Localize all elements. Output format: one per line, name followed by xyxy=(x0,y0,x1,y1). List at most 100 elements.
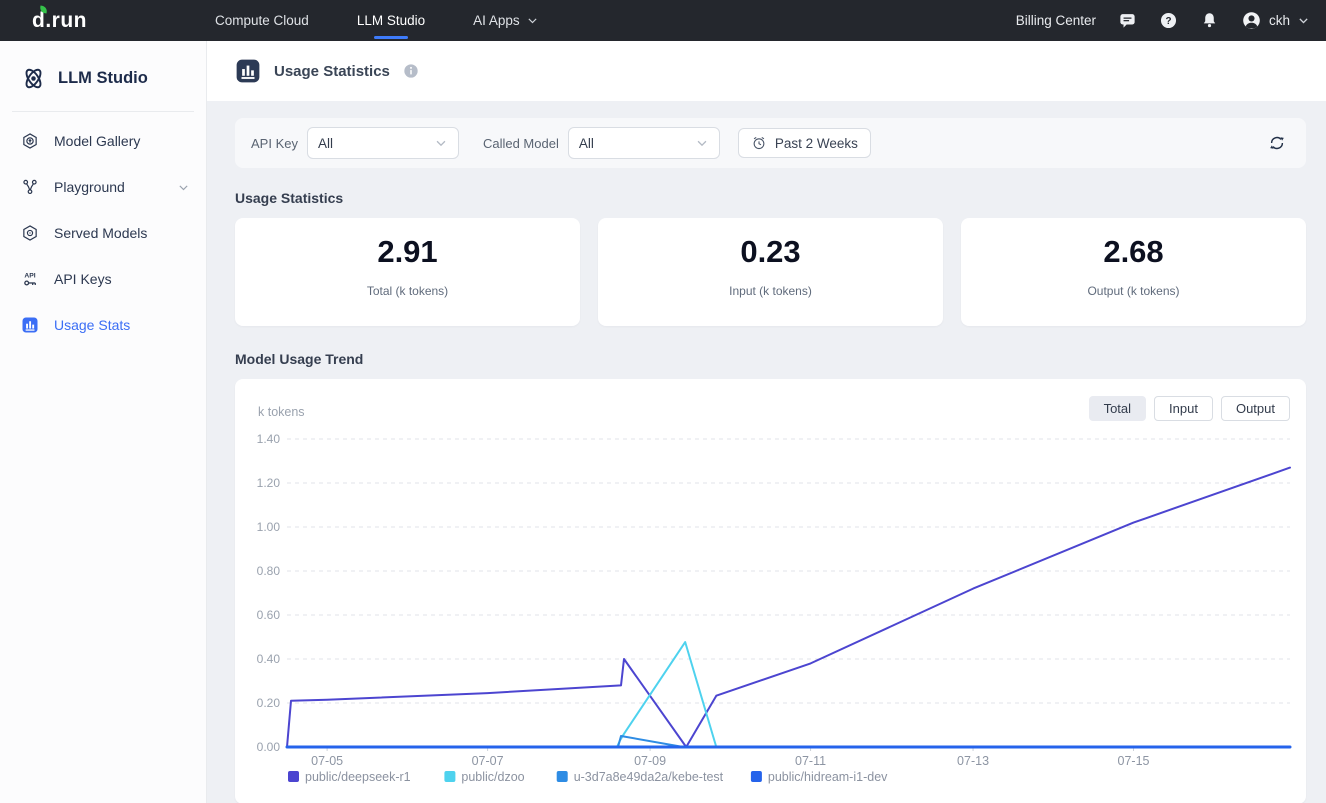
date-range-button[interactable]: Past 2 Weeks xyxy=(738,128,871,158)
x-tick-label: 07-05 xyxy=(311,754,343,768)
help-icon[interactable]: ? xyxy=(1159,11,1178,30)
info-icon[interactable] xyxy=(403,63,419,79)
chevron-down-icon xyxy=(177,181,190,194)
usage-stats-icon xyxy=(21,316,39,334)
sidebar-item-label: Playground xyxy=(54,179,125,195)
page-title: Usage Statistics xyxy=(274,63,390,80)
usage-statistics-section-title: Usage Statistics xyxy=(235,190,1306,206)
stat-label: Input (k tokens) xyxy=(598,284,943,298)
x-tick-label: 07-09 xyxy=(634,754,666,768)
model-gallery-icon xyxy=(21,132,39,150)
top-nav-item-ai-apps[interactable]: AI Apps xyxy=(473,0,539,41)
filter-bar: API Key All Called Model All xyxy=(235,118,1306,168)
top-nav-item-compute-cloud[interactable]: Compute Cloud xyxy=(215,0,309,41)
api-key-select[interactable]: All xyxy=(307,127,459,159)
legend-label: u-3d7a8e49da2a/kebe-test xyxy=(574,770,724,784)
llm-studio-logo-icon xyxy=(20,65,47,92)
x-tick-label: 07-15 xyxy=(1118,754,1150,768)
sidebar-item-usage-stats[interactable]: Usage Stats xyxy=(0,302,206,348)
user-name: ckh xyxy=(1269,13,1290,28)
notification-bell-icon[interactable] xyxy=(1200,11,1219,30)
top-nav-right: Billing Center ? ckh xyxy=(1016,10,1326,31)
legend-swatch xyxy=(557,771,568,782)
sidebar-item-label: Served Models xyxy=(54,225,147,241)
sidebar-item-label: Model Gallery xyxy=(54,133,140,149)
api-key-value: All xyxy=(318,136,333,151)
alarm-clock-icon xyxy=(751,135,767,151)
x-tick-label: 07-07 xyxy=(472,754,504,768)
chevron-down-icon xyxy=(177,181,190,194)
chevron-down-icon xyxy=(695,136,709,150)
chevron-down-icon xyxy=(434,136,448,150)
legend-swatch xyxy=(288,771,299,782)
api-key-label: API Key xyxy=(251,136,298,151)
stat-card-output: 2.68 Output (k tokens) xyxy=(961,218,1306,326)
y-tick-label: 1.00 xyxy=(257,520,281,534)
top-nav-item-label: AI Apps xyxy=(473,13,520,28)
legend-item-public-dzoo[interactable]: public/dzoo xyxy=(444,770,524,784)
series-u-3d7a8e49da2a-kebe-test xyxy=(287,736,1290,747)
y-tick-label: 1.20 xyxy=(257,476,281,490)
x-tick-label: 07-11 xyxy=(795,754,826,768)
usage-statistics-icon xyxy=(235,58,261,84)
legend-item-u-3d7a8e49da2a-kebe-test[interactable]: u-3d7a8e49da2a/kebe-test xyxy=(557,770,724,784)
model-usage-trend-card: k tokens TotalInputOutput 0.000.200.400.… xyxy=(235,379,1306,803)
top-nav-links: Compute Cloud LLM Studio AI Apps xyxy=(215,0,539,41)
series-public-deepseek-r1 xyxy=(287,468,1290,747)
legend-item-public-deepseek-r1[interactable]: public/deepseek-r1 xyxy=(288,770,411,784)
top-nav-item-label: Compute Cloud xyxy=(215,13,309,28)
sidebar: LLM Studio Model Gallery Playground Served… xyxy=(0,41,207,803)
stat-card-total: 2.91 Total (k tokens) xyxy=(235,218,580,326)
y-tick-label: 0.80 xyxy=(257,564,281,578)
sidebar-brand: LLM Studio xyxy=(0,41,206,92)
top-nav: d.run Compute Cloud LLM Studio AI Apps Bil… xyxy=(0,0,1326,41)
api-keys-icon: API xyxy=(21,270,39,288)
content: API Key All Called Model All xyxy=(207,118,1326,803)
sidebar-item-api-keys[interactable]: API API Keys xyxy=(0,256,206,302)
legend-swatch xyxy=(751,771,762,782)
playground-icon xyxy=(21,178,39,196)
chat-icon[interactable] xyxy=(1118,11,1137,30)
y-tick-label: 0.20 xyxy=(257,696,281,710)
called-model-label: Called Model xyxy=(483,136,559,151)
page-header: Usage Statistics xyxy=(207,41,1326,101)
sidebar-item-served-models[interactable]: Served Models xyxy=(0,210,206,256)
called-model-select[interactable]: All xyxy=(568,127,720,159)
sidebar-menu: Model GalleryPlaygroundServed ModelsAPIA… xyxy=(0,118,206,348)
legend-item-public-hidream-i1-dev[interactable]: public/hidream-i1-dev xyxy=(751,770,888,784)
legend-swatch xyxy=(444,771,455,782)
legend-label: public/hidream-i1-dev xyxy=(768,770,888,784)
y-tick-label: 1.40 xyxy=(257,432,281,446)
date-range-value: Past 2 Weeks xyxy=(775,136,858,151)
sidebar-divider xyxy=(12,111,194,112)
x-tick-label: 07-13 xyxy=(957,754,989,768)
sidebar-item-label: API Keys xyxy=(54,271,112,287)
chevron-down-icon xyxy=(1297,14,1310,27)
sidebar-item-playground[interactable]: Playground xyxy=(0,164,206,210)
stat-label: Output (k tokens) xyxy=(961,284,1306,298)
billing-center-link[interactable]: Billing Center xyxy=(1016,13,1096,28)
stat-value: 2.68 xyxy=(961,234,1306,270)
user-menu[interactable]: ckh xyxy=(1241,10,1310,31)
stat-value: 0.23 xyxy=(598,234,943,270)
stat-value: 2.91 xyxy=(235,234,580,270)
y-tick-label: 0.00 xyxy=(257,740,281,754)
top-nav-item-label: LLM Studio xyxy=(357,13,425,28)
usage-trend-line-chart: 0.000.200.400.600.801.001.201.4007-0507-… xyxy=(235,379,1306,803)
called-model-value: All xyxy=(579,136,594,151)
refresh-button[interactable] xyxy=(1264,130,1290,156)
legend-label: public/dzoo xyxy=(461,770,524,784)
stat-cards-row: 2.91 Total (k tokens) 0.23 Input (k tokens)… xyxy=(235,218,1306,326)
svg-text:API: API xyxy=(24,273,35,280)
chevron-down-icon xyxy=(526,14,539,27)
top-nav-item-llm-studio[interactable]: LLM Studio xyxy=(357,0,425,41)
drun-logo[interactable]: d.run xyxy=(32,9,87,33)
stat-label: Total (k tokens) xyxy=(235,284,580,298)
logo-text: d.run xyxy=(32,9,87,32)
sidebar-item-model-gallery[interactable]: Model Gallery xyxy=(0,118,206,164)
model-usage-trend-section-title: Model Usage Trend xyxy=(235,351,1306,367)
stat-card-input: 0.23 Input (k tokens) xyxy=(598,218,943,326)
legend-label: public/deepseek-r1 xyxy=(305,770,411,784)
sidebar-title: LLM Studio xyxy=(58,69,148,88)
svg-text:?: ? xyxy=(1165,16,1171,27)
